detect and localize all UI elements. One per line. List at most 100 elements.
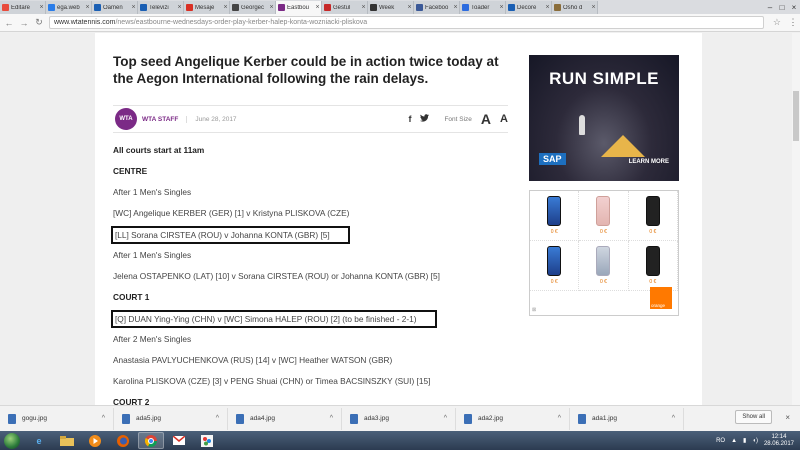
url-input[interactable]: www.wtatennis.com/news/eastbourne-wednes… bbox=[49, 16, 764, 29]
bookmark-star-icon[interactable]: ☆ bbox=[773, 17, 781, 28]
phone-offer[interactable]: 0 € bbox=[628, 191, 678, 241]
tab-close-icon[interactable]: × bbox=[544, 4, 551, 11]
tab-close-icon[interactable]: × bbox=[268, 4, 275, 11]
schedule-line: After 1 Men's Singles bbox=[113, 250, 192, 260]
chevron-up-icon[interactable]: ^ bbox=[330, 415, 333, 422]
font-decrease-button[interactable]: A bbox=[500, 113, 508, 125]
match-line-highlighted: [LL] Sorana CIRSTEA (ROU) v Johanna KONT… bbox=[111, 226, 350, 244]
forward-icon[interactable]: → bbox=[19, 18, 29, 28]
scrollbar-thumb[interactable] bbox=[793, 91, 799, 141]
file-explorer-icon[interactable] bbox=[54, 432, 80, 449]
chevron-up-icon[interactable]: ^ bbox=[102, 415, 105, 422]
phone-image bbox=[596, 246, 611, 276]
language-indicator[interactable]: RO bbox=[716, 438, 725, 444]
download-item[interactable]: ada5.jpg ^ bbox=[114, 407, 228, 430]
firefox-icon[interactable] bbox=[110, 432, 136, 449]
close-downloads-icon[interactable]: × bbox=[785, 413, 790, 422]
browser-tab[interactable]: Faceboo × bbox=[414, 1, 460, 14]
browser-tab[interactable]: Eastbou × bbox=[276, 1, 322, 14]
paint-icon[interactable] bbox=[194, 432, 220, 449]
network-icon[interactable]: ▮ bbox=[743, 437, 746, 444]
download-item[interactable]: gogu.jpg ^ bbox=[0, 407, 114, 430]
browser-tab[interactable]: Televizi × bbox=[138, 1, 184, 14]
browser-tab[interactable]: Mesaje × bbox=[184, 1, 230, 14]
chevron-up-icon[interactable]: ^ bbox=[558, 415, 561, 422]
browser-tab[interactable]: Osho d × bbox=[552, 1, 598, 14]
publish-date: June 28, 2017 bbox=[186, 115, 237, 123]
phone-offer[interactable]: 0 € bbox=[579, 241, 629, 291]
page-viewport: Top seed Angelique Kerber could be in ac… bbox=[0, 33, 800, 405]
maximize-icon[interactable]: □ bbox=[776, 0, 788, 14]
chevron-up-icon[interactable]: ^ bbox=[672, 415, 675, 422]
tab-close-icon[interactable]: × bbox=[222, 4, 229, 11]
tab-close-icon[interactable]: × bbox=[498, 4, 505, 11]
tray-expand-icon[interactable]: ▲ bbox=[731, 438, 737, 444]
tab-title: Televizi bbox=[149, 4, 169, 11]
browser-tab[interactable]: Week × bbox=[368, 1, 414, 14]
match-line: Anastasia PAVLYUCHENKOVA (RUS) [14] v [W… bbox=[113, 355, 393, 365]
download-item[interactable]: ada4.jpg ^ bbox=[228, 407, 342, 430]
facebook-share-icon[interactable]: f bbox=[408, 114, 411, 124]
system-clock[interactable]: 12:14 28.06.2017 bbox=[764, 434, 794, 448]
ad-choices-icon[interactable]: ⊠ bbox=[532, 307, 536, 313]
browser-tab[interactable]: Editare × bbox=[0, 1, 46, 14]
tab-favicon-icon bbox=[278, 4, 285, 11]
browser-tab[interactable]: Oamen × bbox=[92, 1, 138, 14]
browser-tab[interactable]: ega.web × bbox=[46, 1, 92, 14]
twitter-share-icon[interactable] bbox=[420, 114, 430, 124]
author-link[interactable]: WTA STAFF bbox=[142, 116, 178, 123]
phone-offer[interactable]: 0 € bbox=[628, 241, 678, 291]
chrome-icon[interactable] bbox=[138, 432, 164, 449]
volume-icon[interactable]: ◖) bbox=[752, 438, 758, 444]
download-item[interactable]: ada3.jpg ^ bbox=[342, 407, 456, 430]
clock-date: 28.06.2017 bbox=[763, 440, 794, 447]
tab-title: Georgec bbox=[241, 4, 265, 11]
tab-close-icon[interactable]: × bbox=[590, 4, 597, 11]
tab-close-icon[interactable]: × bbox=[452, 4, 459, 11]
page-scrollbar[interactable] bbox=[792, 33, 800, 405]
internet-explorer-icon[interactable]: e bbox=[26, 432, 52, 449]
tab-close-icon[interactable]: × bbox=[406, 4, 413, 11]
chevron-up-icon[interactable]: ^ bbox=[444, 415, 447, 422]
tab-title: ega.web bbox=[57, 4, 80, 11]
gmail-icon[interactable] bbox=[166, 432, 192, 449]
image-file-icon bbox=[122, 413, 130, 424]
sap-advertisement[interactable]: RUN SIMPLE SAP LEARN MORE bbox=[529, 55, 679, 181]
tab-close-icon[interactable]: × bbox=[360, 4, 367, 11]
tab-favicon-icon bbox=[94, 4, 101, 11]
media-player-icon[interactable] bbox=[82, 432, 108, 449]
back-icon[interactable]: ← bbox=[4, 18, 14, 28]
browser-tab[interactable]: Gestul × bbox=[322, 1, 368, 14]
phone-offer[interactable]: 0 € bbox=[579, 191, 629, 241]
browser-tab[interactable]: Toader × bbox=[460, 1, 506, 14]
phone-image bbox=[596, 196, 611, 226]
url-path: /news/eastbourne-wednesdays-order-play-k… bbox=[115, 19, 368, 26]
browser-tab[interactable]: Georgec × bbox=[230, 1, 276, 14]
close-window-icon[interactable]: × bbox=[788, 0, 800, 14]
phone-price: 0 € bbox=[649, 279, 657, 285]
orange-advertisement[interactable]: 0 € 0 € 0 € 0 € 0 € 0 € orange ⊠ bbox=[529, 190, 679, 316]
start-button-icon[interactable] bbox=[4, 432, 20, 449]
minimize-icon[interactable]: – bbox=[764, 0, 776, 14]
show-all-downloads-button[interactable]: Show all bbox=[735, 410, 772, 424]
download-filename: ada3.jpg bbox=[364, 415, 389, 422]
phone-image bbox=[547, 246, 562, 276]
phone-offer[interactable]: 0 € bbox=[530, 241, 580, 291]
tab-close-icon[interactable]: × bbox=[176, 4, 183, 11]
tab-close-icon[interactable]: × bbox=[130, 4, 137, 11]
tab-close-icon[interactable]: × bbox=[84, 4, 91, 11]
learn-more-link[interactable]: LEARN MORE bbox=[629, 159, 669, 165]
phone-offer[interactable]: 0 € bbox=[530, 191, 580, 241]
download-item[interactable]: ada1.jpg ^ bbox=[570, 407, 684, 430]
browser-menu-icon[interactable]: ⋮ bbox=[786, 17, 800, 28]
tab-title: Oamen bbox=[103, 4, 123, 11]
court-heading-1: COURT 1 bbox=[113, 292, 150, 302]
tab-close-icon[interactable]: × bbox=[38, 4, 45, 11]
reload-icon[interactable]: ↻ bbox=[34, 17, 44, 28]
download-item[interactable]: ada2.jpg ^ bbox=[456, 407, 570, 430]
phone-price: 0 € bbox=[550, 279, 558, 285]
chevron-up-icon[interactable]: ^ bbox=[216, 415, 219, 422]
font-increase-button[interactable]: A bbox=[481, 111, 491, 127]
browser-tab[interactable]: Decore × bbox=[506, 1, 552, 14]
tab-close-icon[interactable]: × bbox=[314, 4, 321, 11]
